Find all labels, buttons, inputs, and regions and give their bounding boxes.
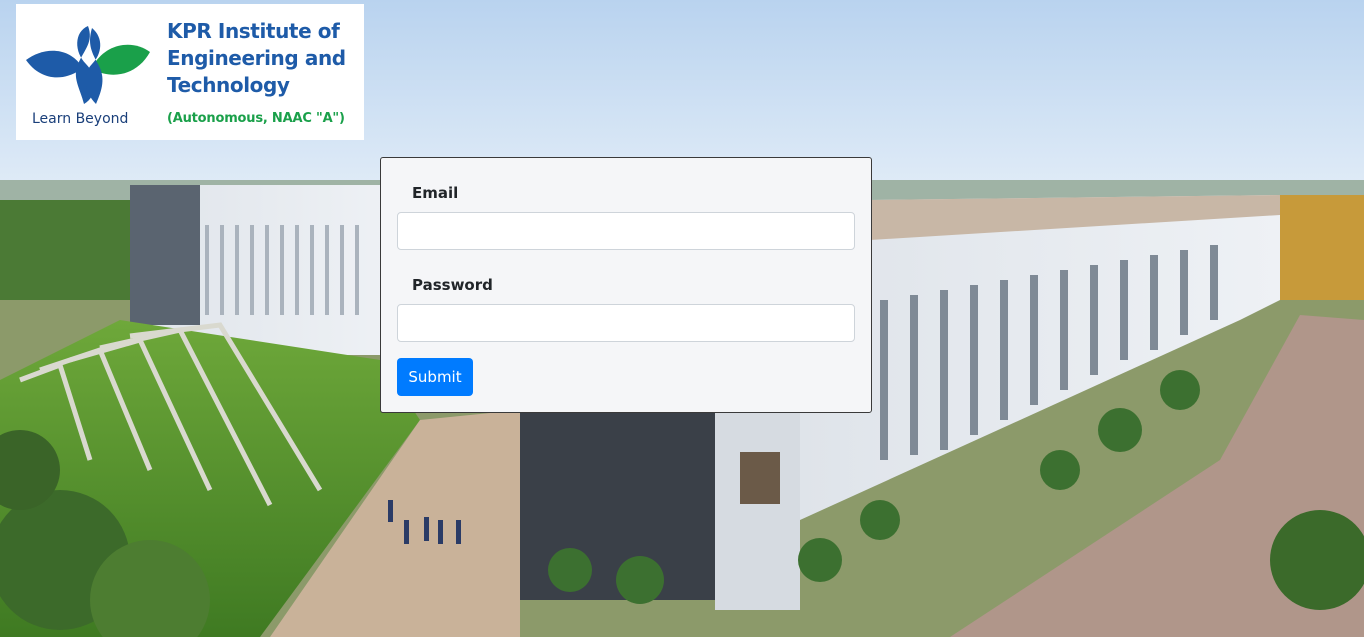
login-form: Email Password Submit: [380, 157, 872, 413]
accreditation-text: (Autonomous, NAAC "A"): [167, 111, 345, 126]
login-page: KPR Institute of Engineering and Technol…: [0, 0, 1364, 637]
institute-name-line-2: Engineering and: [167, 46, 346, 70]
kpr-logo-icon: [26, 26, 150, 104]
email-input[interactable]: [397, 212, 855, 250]
institute-logo: KPR Institute of Engineering and Technol…: [16, 4, 364, 140]
logo-tagline: Learn Beyond: [32, 111, 129, 127]
password-label: Password: [412, 276, 493, 294]
institute-name: KPR Institute of Engineering and Technol…: [167, 18, 363, 99]
institute-name-line-3: Technology: [167, 73, 290, 97]
institute-name-line-1: KPR Institute of: [167, 19, 340, 43]
submit-button[interactable]: Submit: [397, 358, 473, 396]
password-input[interactable]: [397, 304, 855, 342]
email-label: Email: [412, 184, 459, 202]
